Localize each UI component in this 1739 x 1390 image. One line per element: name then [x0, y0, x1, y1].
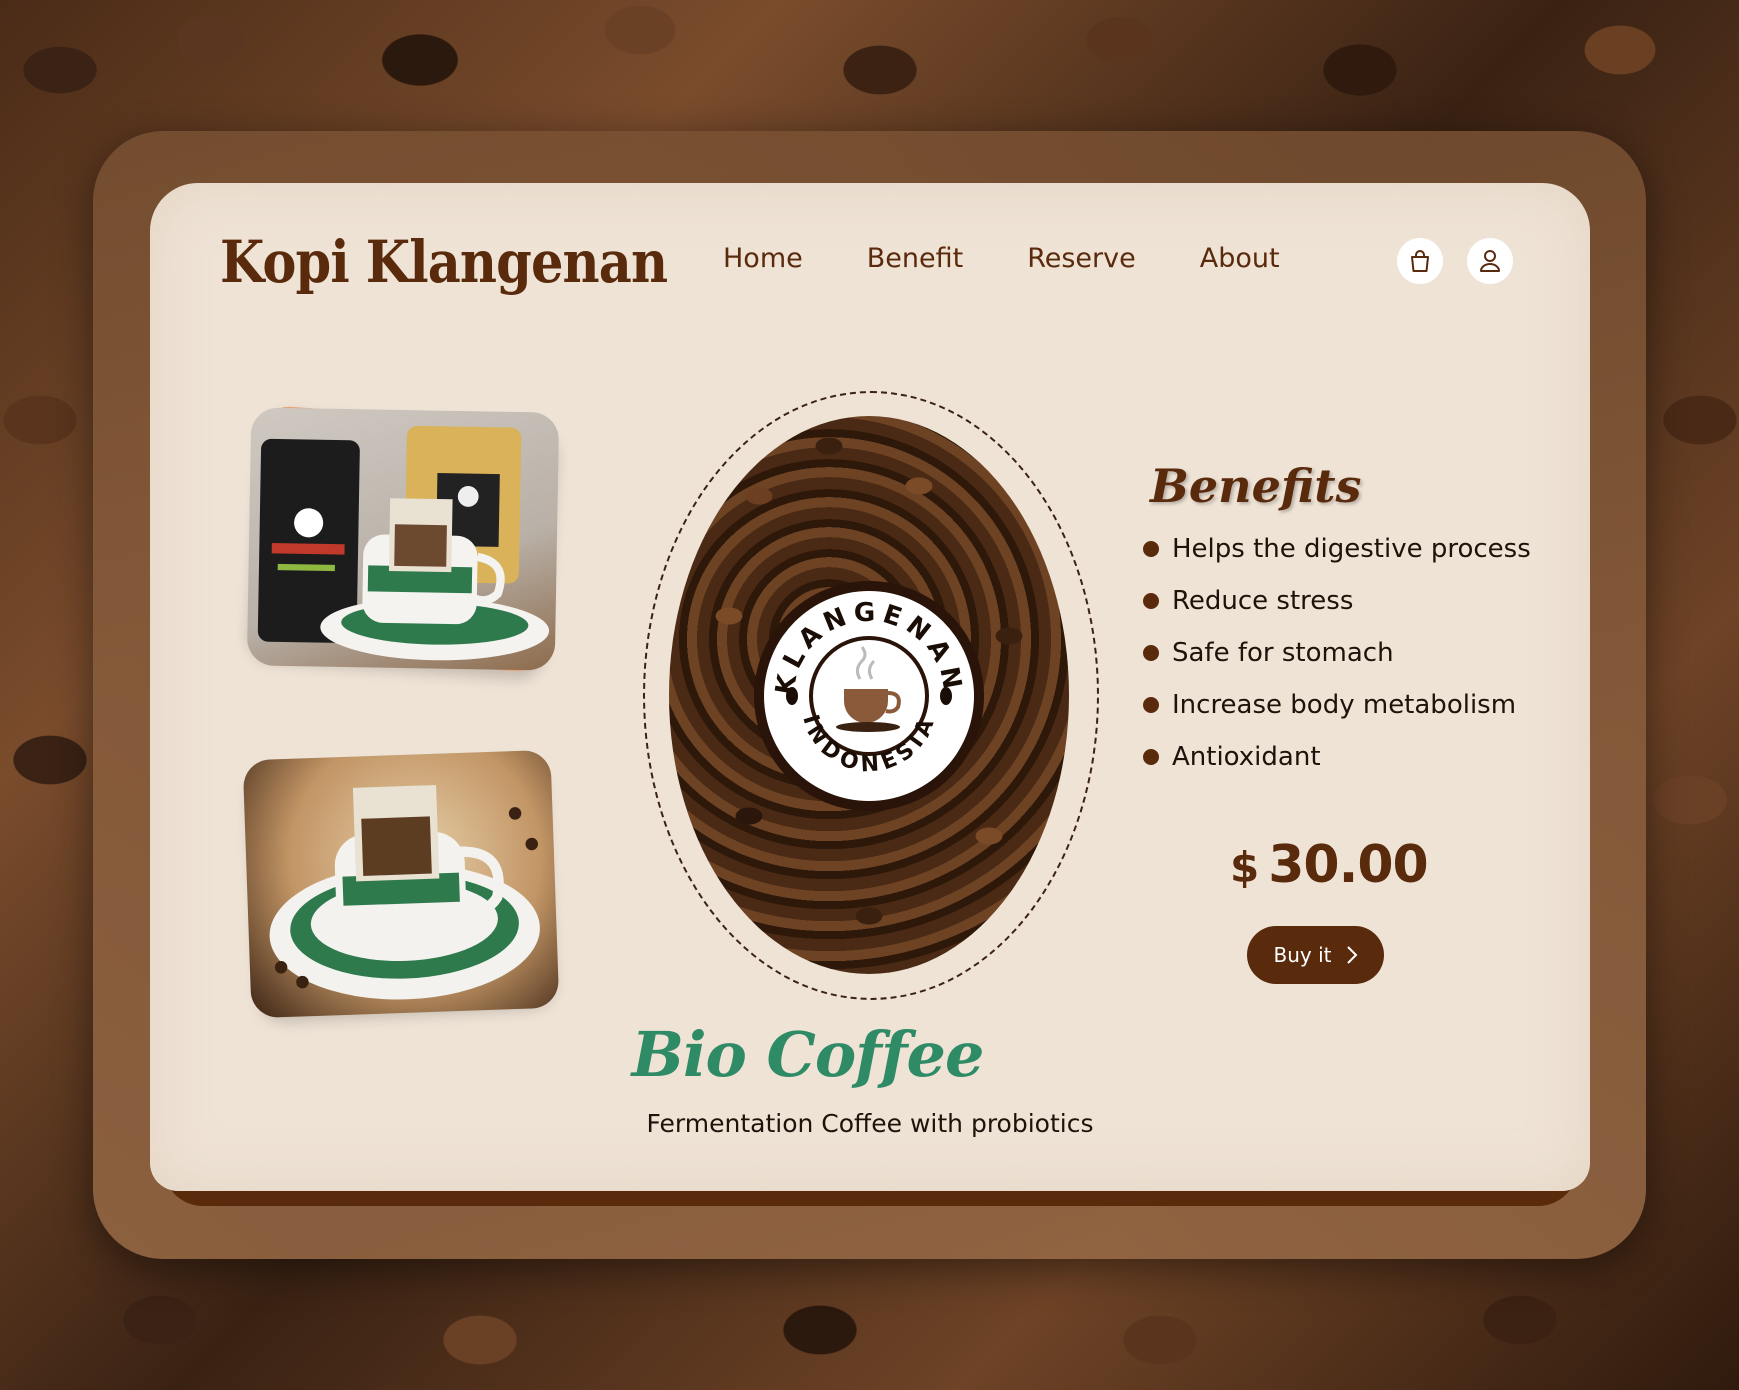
benefits-list: Helps the digestive process Reduce stres… [1143, 523, 1531, 783]
main-nav: Home Benefit Reserve About [723, 243, 1344, 274]
benefit-text: Safe for stomach [1172, 638, 1394, 668]
bullet-icon [1143, 645, 1159, 661]
klangenan-emblem: KLANGENAN INDONESIA [754, 581, 984, 811]
main-card: Kopi Klangenan Home Benefit Reserve Abou… [150, 183, 1590, 1191]
benefit-item: Reduce stress [1143, 575, 1531, 627]
bullet-icon [1143, 593, 1159, 609]
brand-logo[interactable]: Kopi Klangenan [220, 228, 668, 296]
shopping-bag-icon [1411, 250, 1429, 272]
product-name: Bio Coffee [631, 1018, 985, 1091]
benefit-item: Antioxidant [1143, 731, 1531, 783]
account-button[interactable] [1467, 238, 1513, 284]
buy-button-label: Buy it [1273, 943, 1332, 967]
nav-about[interactable]: About [1200, 243, 1280, 274]
benefit-item: Increase body metabolism [1143, 679, 1531, 731]
benefit-text: Helps the digestive process [1172, 534, 1531, 564]
coffee-cup-illustration [269, 784, 540, 1000]
bullet-icon [1143, 541, 1159, 557]
product-name-wrap: Bio Coffee [150, 1018, 1590, 1091]
user-icon [1480, 250, 1500, 272]
price-amount: 30.00 [1268, 835, 1428, 895]
benefit-text: Increase body metabolism [1172, 690, 1517, 720]
coffee-packaging-illustration [257, 425, 550, 661]
price-currency: $ [1230, 843, 1259, 892]
product-photo-cup [242, 749, 560, 1019]
product-photo-packaging [246, 404, 560, 674]
benefit-item: Helps the digestive process [1143, 523, 1531, 575]
benefits-title: Benefits [1150, 459, 1362, 513]
cart-button[interactable] [1397, 238, 1443, 284]
nav-home[interactable]: Home [723, 243, 803, 274]
benefit-text: Reduce stress [1172, 586, 1354, 616]
benefit-text: Antioxidant [1172, 742, 1321, 772]
product-tagline: Fermentation Coffee with probiotics [646, 1109, 1094, 1138]
emblem-logo: KLANGENAN INDONESIA [764, 591, 974, 801]
nav-reserve[interactable]: Reserve [1027, 243, 1136, 274]
bullet-icon [1143, 749, 1159, 765]
benefit-item: Safe for stomach [1143, 627, 1531, 679]
hero-coffee-beans-image: KLANGENAN INDONESIA [669, 416, 1069, 974]
nav-benefit[interactable]: Benefit [867, 243, 963, 274]
product-price: $30.00 [1230, 835, 1429, 895]
chevron-right-icon [1346, 946, 1357, 964]
buy-button[interactable]: Buy it [1247, 926, 1384, 984]
bullet-icon [1143, 697, 1159, 713]
